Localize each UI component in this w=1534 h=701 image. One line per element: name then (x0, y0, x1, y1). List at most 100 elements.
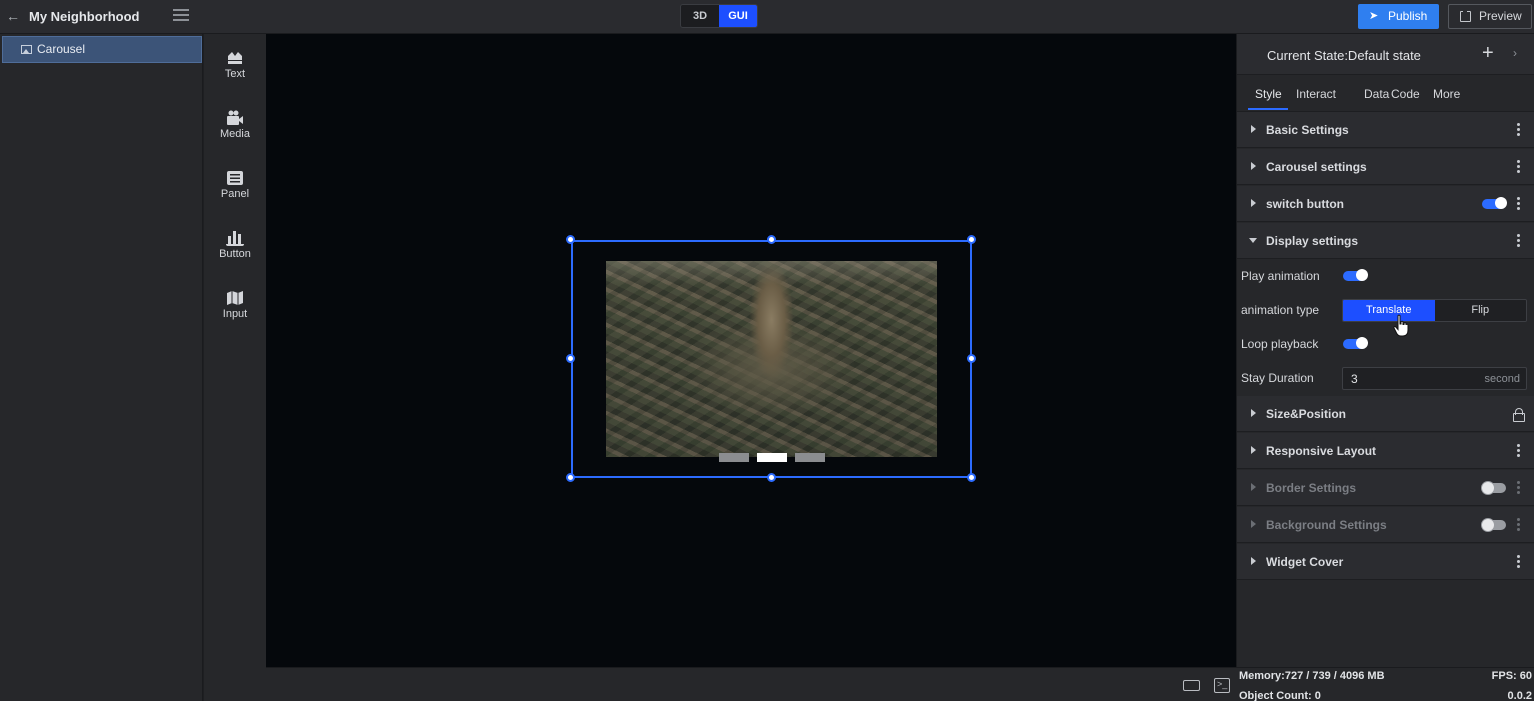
text-icon (228, 52, 242, 64)
more-options-icon[interactable] (1517, 444, 1520, 458)
palette-item-input[interactable]: Input (204, 290, 266, 338)
resize-handle-bottom[interactable] (767, 473, 776, 482)
loop-playback-label: Loop playback (1241, 337, 1319, 351)
object-count: Object Count: 0 (1239, 690, 1321, 701)
input-icon (227, 291, 243, 305)
more-options-icon[interactable] (1517, 234, 1520, 248)
palette-item-text[interactable]: Text (204, 50, 266, 98)
section-widget-cover[interactable]: Widget Cover (1237, 544, 1534, 580)
animation-type-label: animation type (1241, 303, 1320, 317)
button-icon (226, 231, 244, 246)
more-options-icon[interactable] (1517, 481, 1520, 495)
section-title: switch button (1266, 197, 1344, 211)
tab-data[interactable]: Data (1364, 87, 1389, 101)
tab-style[interactable]: Style (1255, 87, 1282, 101)
section-responsive-layout[interactable]: Responsive Layout (1237, 433, 1534, 469)
publish-label: Publish (1388, 9, 1428, 23)
keyboard-icon[interactable] (1183, 680, 1200, 691)
tab-more[interactable]: More (1433, 87, 1460, 101)
animation-type-selector: Translate Flip (1342, 299, 1527, 322)
top-bar: ← My Neighborhood 3D GUI ➤ Publish Previ… (0, 0, 1534, 34)
mode-3d-button[interactable]: 3D (681, 5, 719, 27)
play-animation-toggle[interactable] (1343, 269, 1368, 281)
section-switch-button[interactable]: switch button (1237, 186, 1534, 222)
stay-duration-value: 3 (1351, 372, 1358, 386)
resize-handle-top-left[interactable] (566, 235, 575, 244)
animation-option-flip[interactable]: Flip (1434, 300, 1526, 321)
version-label: 0.0.2 (1507, 690, 1532, 701)
expand-arrow-icon (1251, 199, 1256, 207)
section-border-settings[interactable]: Border Settings (1237, 470, 1534, 506)
tab-code[interactable]: Code (1391, 87, 1420, 101)
palette-label-text: Text (224, 68, 246, 80)
hand-pointer-cursor-icon (1393, 314, 1409, 337)
tab-interact[interactable]: Interact (1296, 87, 1336, 101)
add-state-icon[interactable]: + (1482, 43, 1494, 63)
loop-playback-toggle[interactable] (1343, 337, 1368, 349)
collapse-arrow-icon (1249, 238, 1257, 243)
panel-icon (227, 171, 243, 185)
animation-option-translate[interactable]: Translate (1343, 300, 1435, 321)
switch-button-toggle[interactable] (1482, 197, 1507, 209)
section-title: Display settings (1266, 234, 1359, 248)
resize-handle-bottom-right[interactable] (967, 473, 976, 482)
preview-button[interactable]: Preview (1448, 4, 1532, 29)
more-options-icon[interactable] (1517, 160, 1520, 174)
palette-label-input: Input (222, 308, 248, 320)
section-carousel-settings[interactable]: Carousel settings (1237, 149, 1534, 185)
stay-duration-input[interactable]: 3 second (1342, 367, 1527, 390)
expand-arrow-icon (1251, 125, 1256, 133)
terminal-icon[interactable]: >_ (1214, 678, 1230, 693)
current-state-label[interactable]: Current State:Default state (1267, 48, 1421, 63)
expand-arrow-icon (1251, 557, 1256, 565)
section-title: Basic Settings (1266, 123, 1349, 137)
publish-button[interactable]: ➤ Publish (1358, 4, 1439, 29)
resize-handle-left[interactable] (566, 354, 575, 363)
palette-item-button[interactable]: Button (204, 230, 266, 278)
stay-duration-unit: second (1484, 373, 1520, 385)
hamburger-menu-icon[interactable] (173, 9, 189, 23)
border-settings-toggle[interactable] (1481, 481, 1506, 495)
palette-item-panel[interactable]: Panel (204, 170, 266, 218)
section-display-settings[interactable]: Display settings (1237, 223, 1534, 259)
expand-arrow-icon (1251, 446, 1256, 454)
memory-readout: Memory:727 / 739 / 4096 MB (1239, 670, 1385, 682)
selection-box[interactable] (571, 240, 972, 478)
preview-label: Preview (1479, 9, 1522, 23)
more-options-icon[interactable] (1517, 123, 1520, 137)
section-size-position[interactable]: Size&Position (1237, 396, 1534, 432)
more-options-icon[interactable] (1517, 518, 1520, 532)
resize-handle-top[interactable] (767, 235, 776, 244)
layer-item-carousel[interactable]: Carousel (2, 36, 202, 63)
stay-duration-label: Stay Duration (1241, 371, 1314, 385)
layer-tree: Carousel (0, 34, 203, 701)
layer-item-label: Carousel (37, 42, 86, 56)
mode-gui-button[interactable]: GUI (719, 5, 757, 27)
section-basic-settings[interactable]: Basic Settings (1237, 112, 1534, 148)
project-title: My Neighborhood (29, 9, 140, 24)
chevron-right-icon[interactable]: › (1513, 46, 1517, 60)
fps-readout: FPS: 60 (1491, 670, 1532, 682)
background-settings-toggle[interactable] (1481, 518, 1506, 532)
resize-handle-right[interactable] (967, 354, 976, 363)
section-title: Responsive Layout (1266, 444, 1377, 458)
palette-label-media: Media (220, 128, 250, 140)
palette-label-panel: Panel (220, 188, 250, 200)
section-title: Border Settings (1266, 481, 1357, 495)
section-title: Carousel settings (1266, 160, 1367, 174)
resize-handle-top-right[interactable] (967, 235, 976, 244)
back-arrow-icon[interactable]: ← (6, 8, 22, 24)
lock-icon[interactable] (1513, 408, 1525, 422)
section-background-settings[interactable]: Background Settings (1237, 507, 1534, 543)
expand-arrow-icon (1251, 483, 1256, 491)
panel-tabs: Style Interact Data Code More (1237, 76, 1534, 112)
palette-label-button: Button (219, 248, 251, 260)
palette-item-media[interactable]: Media (204, 110, 266, 158)
resize-handle-bottom-left[interactable] (566, 473, 575, 482)
mode-switch: 3D GUI (680, 4, 758, 28)
more-options-icon[interactable] (1517, 197, 1520, 211)
widget-palette: Text Media Panel Button Input (204, 34, 266, 701)
play-animation-label: Play animation (1241, 269, 1320, 283)
section-title: Widget Cover (1266, 555, 1344, 569)
more-options-icon[interactable] (1517, 555, 1520, 569)
